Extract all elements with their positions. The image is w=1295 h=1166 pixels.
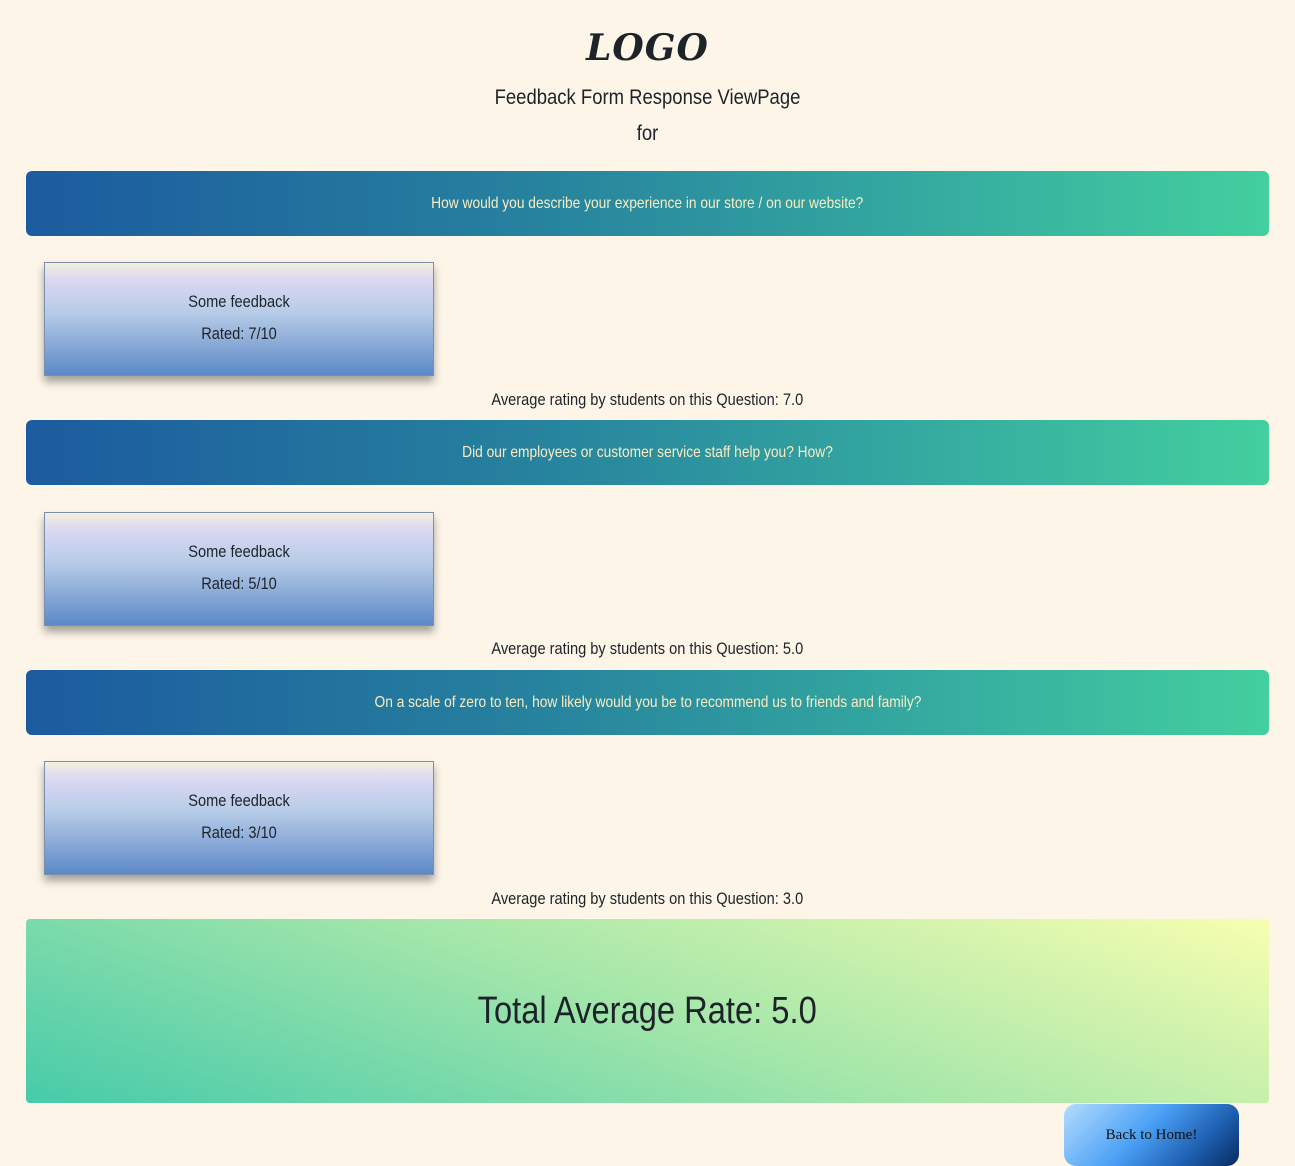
response-card: Some feedback Rated: 3/10 bbox=[44, 761, 434, 875]
logo: LOGO bbox=[586, 27, 709, 69]
question-average-text: Average rating by students on this Quest… bbox=[491, 889, 804, 908]
question-average: Average rating by students on this Quest… bbox=[0, 888, 1295, 910]
response-feedback: Some feedback bbox=[188, 292, 290, 311]
page-title: Feedback Form Response ViewPage bbox=[494, 86, 801, 109]
question-text: Did our employees or customer service st… bbox=[462, 443, 833, 461]
question-average-text: Average rating by students on this Quest… bbox=[491, 639, 804, 658]
response-rating: Rated: 3/10 bbox=[201, 823, 277, 842]
question-header: Did our employees or customer service st… bbox=[26, 420, 1269, 485]
back-to-home-button[interactable]: Back to Home! bbox=[1064, 1104, 1239, 1166]
page-subtitle: for bbox=[636, 122, 659, 145]
question-text: On a scale of zero to ten, how likely wo… bbox=[374, 693, 921, 711]
total-average-label: Total Average Rate: 5.0 bbox=[477, 990, 818, 1032]
response-card: Some feedback Rated: 5/10 bbox=[44, 512, 434, 626]
response-card: Some feedback Rated: 7/10 bbox=[44, 262, 434, 376]
response-feedback: Some feedback bbox=[188, 791, 290, 810]
question-header: On a scale of zero to ten, how likely wo… bbox=[26, 670, 1269, 735]
response-rating: Rated: 7/10 bbox=[201, 324, 277, 343]
response-rating: Rated: 5/10 bbox=[201, 574, 277, 593]
total-average-panel: Total Average Rate: 5.0 bbox=[26, 919, 1269, 1103]
question-text: How would you describe your experience i… bbox=[431, 194, 864, 212]
response-feedback: Some feedback bbox=[188, 542, 290, 561]
question-header: How would you describe your experience i… bbox=[26, 171, 1269, 236]
question-average: Average rating by students on this Quest… bbox=[0, 389, 1295, 411]
page-header: LOGO Feedback Form Response ViewPage for bbox=[0, 0, 1295, 152]
question-average: Average rating by students on this Quest… bbox=[0, 638, 1295, 660]
question-average-text: Average rating by students on this Quest… bbox=[491, 390, 804, 409]
